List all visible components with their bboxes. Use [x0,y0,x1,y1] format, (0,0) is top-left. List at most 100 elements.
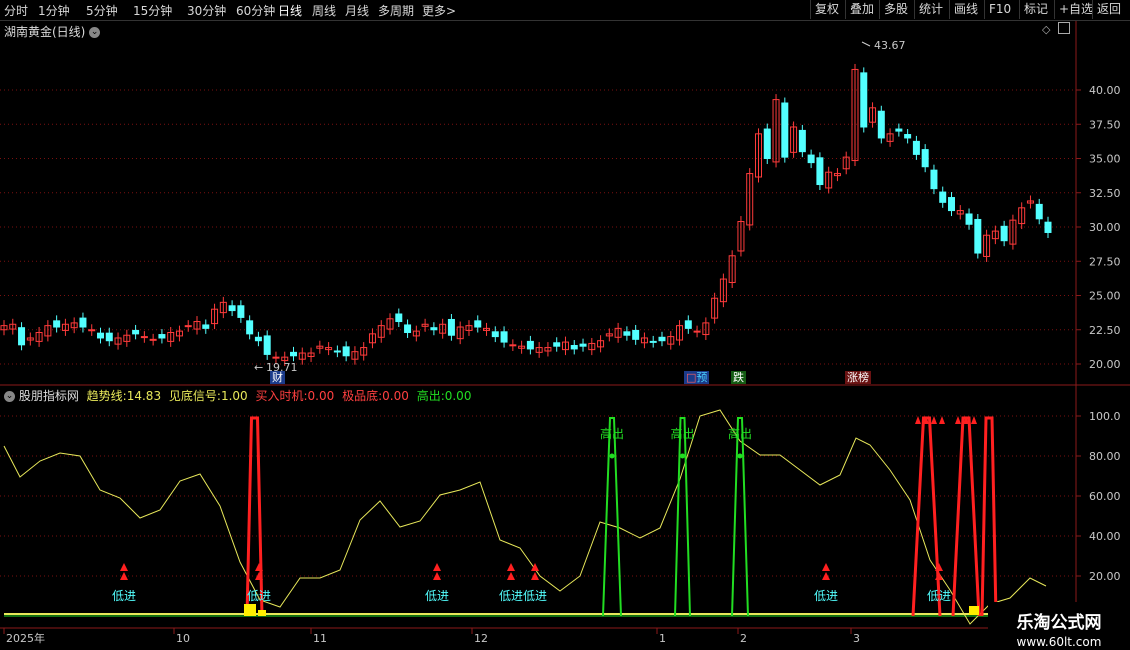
arrow-up-icon [433,572,441,580]
candle-body [53,320,61,328]
candle-body [500,331,508,343]
extreme-bottom-label: 极品底: [342,389,383,403]
event-tag-drop[interactable]: 跌 [731,371,746,384]
bottom-signal-marker [258,610,266,616]
bottom-signal-label: 见底信号: [168,389,221,403]
arrow-up-icon [931,416,937,424]
candle-body [1035,203,1043,220]
chevron-down-icon[interactable]: ⌄ [89,27,101,38]
candle-body [1044,221,1052,233]
candle-body [807,154,815,164]
low-entry-text: 低进 [814,589,838,603]
candle-body [763,128,771,159]
arrow-up-icon [507,563,515,571]
price-tick-label: 37.50 [1089,118,1121,131]
arrow-up-icon [531,563,539,571]
candle-body [1000,225,1008,242]
stock-title: 湖南黄金(日线) ⌄ [4,23,101,40]
candle-body [404,324,412,333]
candle-body [965,213,973,225]
candle-body [491,331,499,338]
candle-body [263,335,271,355]
time-tick-label: 3 [853,632,860,645]
arrow-up-icon [971,416,977,424]
candle-body [693,330,701,333]
candle-body [18,327,26,346]
indicator-name: 股朋指标网 [18,389,79,403]
window-toggle-icon[interactable] [1058,22,1070,34]
candlestick-series [0,63,1052,367]
price-tick-label: 40.00 [1089,84,1121,97]
price-axis: 40.00 37.50 35.00 32.50 30.00 27.50 25.00 22.50… [1076,84,1121,371]
buy-signal-spike [980,416,998,617]
bottom-signal-marker [244,604,256,616]
arrow-up-icon [915,416,921,424]
candle-body [526,340,534,350]
candle-body [939,191,947,203]
time-tick-label: 10 [176,632,190,645]
candle-body [430,327,438,331]
price-tick-label: 25.00 [1089,290,1121,303]
indicator-axis: 100.0 80.00 60.00 40.00 20.00 [1076,410,1121,583]
candle-body [798,129,806,153]
low-entry-text: 低进 [247,589,271,603]
high-out-dot [680,453,685,459]
chevron-down-icon[interactable]: ⌄ [4,391,15,402]
indicator-tick-label: 60.00 [1089,490,1121,503]
buy-signal-spike [911,416,942,617]
event-tag-gain-list[interactable]: 涨榜 [845,371,871,384]
event-tag-finance[interactable]: 财 [270,371,285,384]
candle-body [579,343,587,347]
high-out-spike [602,417,622,617]
indicator-gridlines [0,415,1076,577]
time-tick-label: 1 [659,632,666,645]
buy-signal-spike [951,416,981,617]
high-out-spike [731,417,749,617]
time-tick-label: 12 [474,632,488,645]
candle-body [158,334,166,339]
high-out-text: 高出 [728,426,752,441]
indicator-tick-label: 40.00 [1089,530,1121,543]
candle-body [132,329,140,335]
candle-body [184,325,192,328]
trend-label: 趋势线: [86,389,127,403]
candle-body [342,346,350,357]
buy-time-label: 买入时机: [255,389,308,403]
candle-body [781,102,789,158]
candle-body [333,350,341,353]
candle-body [947,197,955,212]
bottom-signal-marker [969,606,979,615]
arrow-up-icon [120,563,128,571]
high-out-label: 高出: [416,389,445,403]
extreme-bottom-value: 0.00 [382,389,409,403]
candle-body [684,320,692,329]
candle-body [228,305,236,312]
diamond-icon[interactable]: ◇ [1042,23,1050,36]
candle-body [246,320,254,335]
high-price-marker: 43.67 [861,39,906,52]
price-tick-label: 20.00 [1089,358,1121,371]
candle-body [149,338,157,341]
candle-body [395,313,403,323]
indicator-tick-label: 100.0 [1089,410,1121,423]
low-entry-text: 低进 [425,589,449,603]
candle-body [105,332,113,342]
candle-body [816,157,824,186]
candle-body [237,305,245,318]
candle-body [658,336,666,342]
candle-body [474,320,482,328]
watermark-url: www.60lt.com [1016,635,1102,649]
arrow-up-icon [433,563,441,571]
high-out-value: 0.00 [444,389,472,403]
low-entry-text: 低进 [499,589,523,603]
stock-name: 湖南黄金(日线) [4,25,86,39]
candle-body [921,149,929,168]
arrow-up-icon [822,563,830,571]
candle-body [632,329,640,340]
bottom-signal-value: 1.00 [220,389,248,403]
event-tag-forecast[interactable]: □预 [684,371,710,384]
event-tag-forecast-label: 预 [696,371,708,384]
candle-body [272,356,280,359]
indicator-series: 高出 高出 高出低进 低进 低进 低进 低进 低进 低进 [3,409,1076,625]
candle-body [570,345,578,350]
